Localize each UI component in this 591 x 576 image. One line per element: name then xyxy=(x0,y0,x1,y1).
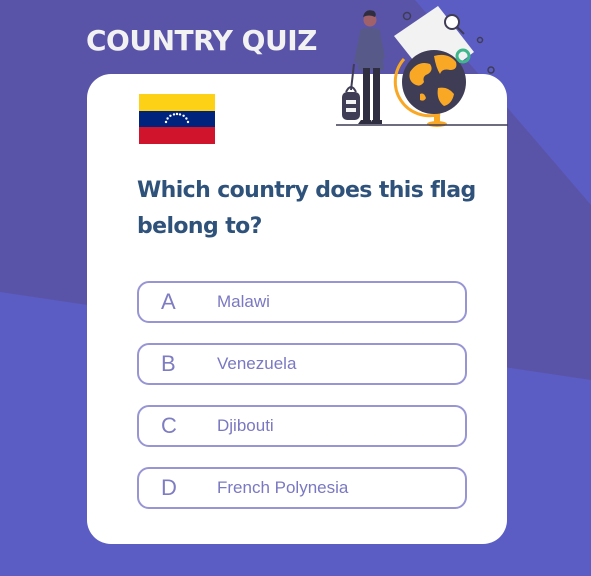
answer-option-b[interactable]: B Venezuela xyxy=(137,343,467,385)
answer-label: French Polynesia xyxy=(217,478,349,497)
answer-option-d[interactable]: D French Polynesia xyxy=(137,467,467,509)
venezuela-flag-icon xyxy=(139,94,215,144)
answer-letter: D xyxy=(161,475,177,500)
answer-label: Malawi xyxy=(217,292,270,311)
traveler-globe-illustration-icon xyxy=(336,6,508,127)
question-text: Which country does this flag belong to? xyxy=(137,178,476,239)
answer-letter: B xyxy=(161,351,176,376)
app-title: COUNTRY QUIZ xyxy=(86,24,317,57)
answer-label: Venezuela xyxy=(217,354,297,373)
answer-option-a[interactable]: A Malawi xyxy=(137,281,467,323)
answer-letter: C xyxy=(161,413,177,438)
answer-label: Djibouti xyxy=(217,416,274,435)
answer-option-c[interactable]: C Djibouti xyxy=(137,405,467,447)
answer-letter: A xyxy=(161,289,176,314)
